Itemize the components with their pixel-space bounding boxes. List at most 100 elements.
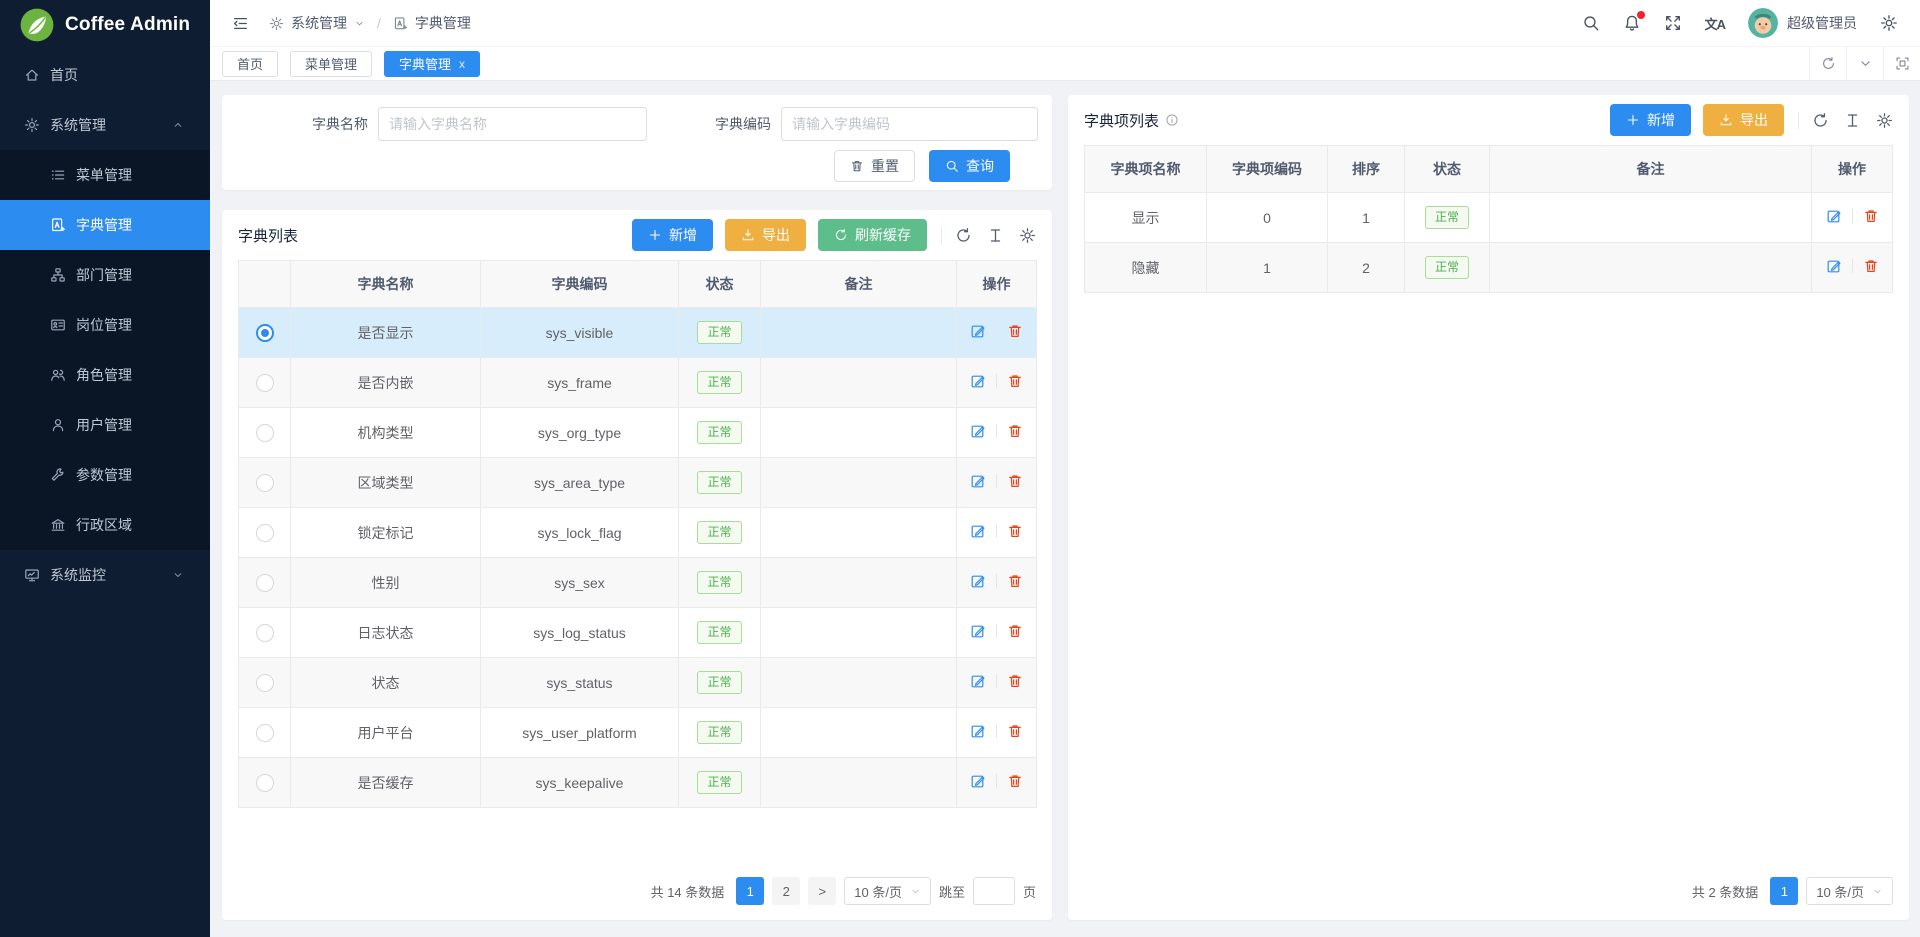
- list-icon: [50, 167, 66, 183]
- tab-字典管理[interactable]: 字典管理x: [384, 51, 480, 77]
- dict-name-input[interactable]: [378, 107, 647, 141]
- item-row-隐藏[interactable]: 隐藏12正常: [1085, 243, 1893, 293]
- search-icon[interactable]: [1582, 14, 1600, 32]
- delete-row-icon[interactable]: [1007, 573, 1023, 589]
- table-refresh-icon[interactable]: [955, 227, 972, 244]
- dict-row-sys_status[interactable]: 状态sys_status正常: [239, 658, 1037, 708]
- app-logo[interactable]: Coffee Admin: [0, 0, 210, 50]
- row-radio[interactable]: [256, 574, 274, 592]
- edit-row-icon[interactable]: [970, 473, 986, 489]
- dict-row-sys_keepalive[interactable]: 是否缓存sys_keepalive正常: [239, 758, 1037, 808]
- edit-row-icon[interactable]: [970, 523, 986, 539]
- reset-button[interactable]: 重置: [834, 150, 915, 182]
- delete-row-icon[interactable]: [1007, 623, 1023, 639]
- item-row-显示[interactable]: 显示01正常: [1085, 193, 1893, 243]
- refresh-tab-icon[interactable]: [1809, 47, 1846, 80]
- chevron-down-icon: [1872, 886, 1883, 897]
- edit-row-icon[interactable]: [970, 623, 986, 639]
- sidebar-item-角色管理[interactable]: 角色管理: [0, 350, 210, 400]
- table-refresh-icon[interactable]: [1812, 112, 1829, 129]
- edit-row-icon[interactable]: [970, 723, 986, 739]
- tab-menu-chevron-icon[interactable]: [1846, 47, 1883, 80]
- page-button-1[interactable]: 1: [736, 877, 764, 905]
- row-radio[interactable]: [256, 774, 274, 792]
- row-radio[interactable]: [256, 624, 274, 642]
- tab-首页[interactable]: 首页: [222, 51, 278, 77]
- breadcrumb-系统管理[interactable]: 系统管理: [269, 13, 365, 33]
- edit-row-icon[interactable]: [970, 573, 986, 589]
- sidebar-item-首页[interactable]: 首页: [0, 50, 210, 100]
- edit-row-icon[interactable]: [970, 323, 986, 339]
- status-badge: 正常: [697, 321, 741, 345]
- edit-row-icon[interactable]: [970, 423, 986, 439]
- dict-table-header: 字典名称字典编码状态备注操作: [239, 261, 1037, 308]
- maximize-view-icon[interactable]: [1883, 47, 1920, 80]
- sidebar-item-系统管理[interactable]: 系统管理: [0, 100, 210, 150]
- sidebar-item-部门管理[interactable]: 部门管理: [0, 250, 210, 300]
- delete-row-icon[interactable]: [1863, 258, 1879, 274]
- delete-row-icon[interactable]: [1007, 773, 1023, 789]
- edit-row-icon[interactable]: [1826, 258, 1842, 274]
- delete-row-icon[interactable]: [1007, 373, 1023, 389]
- item-add-button[interactable]: 新增: [1610, 104, 1691, 136]
- dict-row-sys_area_type[interactable]: 区域类型sys_area_type正常: [239, 458, 1037, 508]
- refresh-cache-button[interactable]: 刷新缓存: [818, 219, 927, 251]
- sidebar-item-岗位管理[interactable]: 岗位管理: [0, 300, 210, 350]
- close-tab-icon[interactable]: x: [459, 57, 465, 71]
- dict-row-sys_lock_flag[interactable]: 锁定标记sys_lock_flag正常: [239, 508, 1037, 558]
- query-button[interactable]: 查询: [929, 150, 1010, 182]
- item-export-button[interactable]: 导出: [1703, 104, 1784, 136]
- delete-row-icon[interactable]: [1007, 523, 1023, 539]
- tab-菜单管理[interactable]: 菜单管理: [290, 51, 372, 77]
- dict-row-sys_org_type[interactable]: 机构类型sys_org_type正常: [239, 408, 1037, 458]
- page-size-select[interactable]: 10 条/页: [844, 877, 931, 905]
- dict-add-button[interactable]: 新增: [632, 219, 713, 251]
- settings-gear-icon[interactable]: [1880, 14, 1898, 32]
- collapse-sidebar-icon[interactable]: [232, 15, 249, 32]
- delete-row-icon[interactable]: [1007, 723, 1023, 739]
- dict-export-button[interactable]: 导出: [725, 219, 806, 251]
- page-size-select[interactable]: 10 条/页: [1806, 877, 1893, 905]
- dict-row-sys_log_status[interactable]: 日志状态sys_log_status正常: [239, 608, 1037, 658]
- fullscreen-icon[interactable]: [1664, 14, 1682, 32]
- edit-row-icon[interactable]: [1826, 208, 1842, 224]
- dict-code-input[interactable]: [781, 107, 1038, 141]
- row-radio[interactable]: [256, 524, 274, 542]
- delete-row-icon[interactable]: [1863, 208, 1879, 224]
- submenu-系统管理: 菜单管理字典管理部门管理岗位管理角色管理用户管理参数管理行政区域: [0, 150, 210, 550]
- table-density-icon[interactable]: [987, 227, 1004, 244]
- delete-row-icon[interactable]: [1007, 423, 1023, 439]
- dict-row-sys_frame[interactable]: 是否内嵌sys_frame正常: [239, 358, 1037, 408]
- delete-row-icon[interactable]: [1007, 473, 1023, 489]
- jump-page-input[interactable]: [973, 877, 1015, 905]
- dict-row-sys_visible[interactable]: 是否显示sys_visible正常: [239, 308, 1037, 358]
- sidebar-item-参数管理[interactable]: 参数管理: [0, 450, 210, 500]
- table-settings-icon[interactable]: [1876, 112, 1893, 129]
- dict-row-sys_user_platform[interactable]: 用户平台sys_user_platform正常: [239, 708, 1037, 758]
- row-radio[interactable]: [256, 474, 274, 492]
- dict-row-sys_sex[interactable]: 性别sys_sex正常: [239, 558, 1037, 608]
- sidebar-item-用户管理[interactable]: 用户管理: [0, 400, 210, 450]
- row-radio[interactable]: [256, 374, 274, 392]
- notification-bell-icon[interactable]: [1623, 14, 1641, 32]
- table-density-icon[interactable]: [1844, 112, 1861, 129]
- sidebar-item-系统监控[interactable]: 系统监控: [0, 550, 210, 600]
- page-button-2[interactable]: 2: [772, 877, 800, 905]
- sidebar-item-行政区域[interactable]: 行政区域: [0, 500, 210, 550]
- page-button-1[interactable]: 1: [1770, 877, 1798, 905]
- row-radio[interactable]: [256, 424, 274, 442]
- sidebar-item-菜单管理[interactable]: 菜单管理: [0, 150, 210, 200]
- row-radio[interactable]: [256, 724, 274, 742]
- edit-row-icon[interactable]: [970, 373, 986, 389]
- delete-row-icon[interactable]: [1007, 323, 1023, 339]
- edit-row-icon[interactable]: [970, 773, 986, 789]
- sidebar-item-字典管理[interactable]: 字典管理: [0, 200, 210, 250]
- row-radio[interactable]: [256, 324, 274, 342]
- delete-row-icon[interactable]: [1007, 673, 1023, 689]
- translate-icon[interactable]: 文A: [1705, 14, 1725, 33]
- next-page-button[interactable]: >: [808, 877, 836, 905]
- table-settings-icon[interactable]: [1019, 227, 1036, 244]
- row-radio[interactable]: [256, 674, 274, 692]
- edit-row-icon[interactable]: [970, 673, 986, 689]
- user-menu[interactable]: 超级管理员: [1748, 8, 1857, 38]
